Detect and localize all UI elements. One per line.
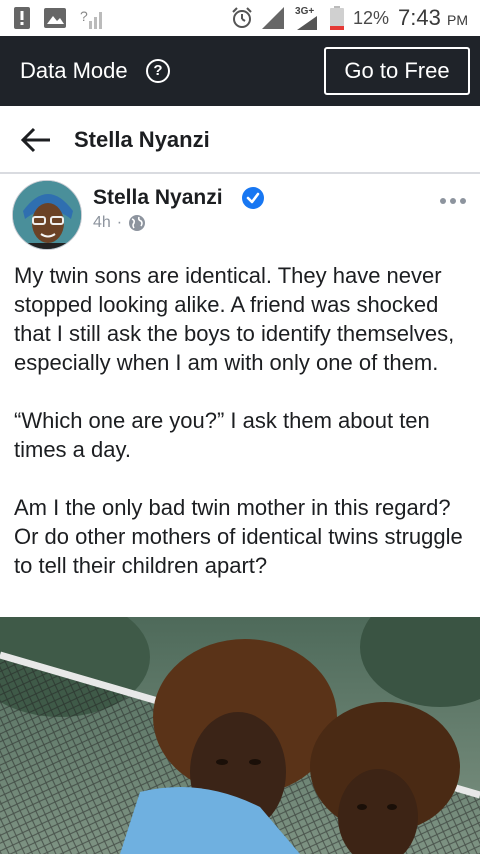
- more-dot: [440, 198, 446, 204]
- clock-ampm: PM: [447, 12, 468, 28]
- status-right-icons: 3G+ 12% 7:43 PM: [231, 5, 468, 31]
- go-to-free-button[interactable]: Go to Free: [324, 47, 470, 95]
- no-signal-icon: ?: [80, 8, 102, 29]
- post-header: Stella Nyanzi 4h ·: [0, 176, 480, 258]
- page-header: Stella Nyanzi: [0, 106, 480, 174]
- post-meta: 4h ·: [93, 214, 146, 232]
- post-photo[interactable]: [0, 617, 480, 854]
- post-time[interactable]: 4h: [93, 214, 111, 232]
- help-icon[interactable]: ?: [146, 59, 170, 83]
- status-left-icons: ?: [14, 7, 106, 29]
- signal-icon: [262, 7, 285, 29]
- avatar[interactable]: [12, 180, 82, 250]
- clock-time: 7:43: [398, 5, 441, 30]
- network-signal-icon: [297, 16, 318, 30]
- battery-icon: [330, 6, 345, 30]
- post-body: My twin sons are identical. They have ne…: [14, 261, 472, 580]
- post-paragraph: Am I the only bad twin mother in this re…: [14, 495, 463, 578]
- globe-icon: [129, 215, 146, 231]
- more-dot: [450, 198, 456, 204]
- verified-badge-icon: [242, 187, 264, 209]
- meta-separator: ·: [116, 214, 123, 231]
- svg-text:?: ?: [80, 8, 88, 24]
- clock: 7:43 PM: [398, 5, 468, 31]
- status-bar: ? 3G+ 12% 7:43 PM: [0, 0, 480, 36]
- network-indicator: 3G+: [295, 6, 321, 30]
- more-options-icon[interactable]: [440, 198, 466, 204]
- page-title: Stella Nyanzi: [74, 127, 210, 152]
- post-paragraph: “Which one are you?” I ask them about te…: [14, 408, 430, 462]
- post-author[interactable]: Stella Nyanzi: [93, 186, 223, 210]
- post-photo-image: [0, 617, 480, 854]
- gallery-icon: [44, 8, 66, 28]
- alert-icon: [14, 7, 30, 29]
- data-mode-label: Data Mode: [20, 58, 128, 83]
- data-mode-bar: Data Mode ? Go to Free: [0, 36, 480, 106]
- post-paragraph: My twin sons are identical. They have ne…: [14, 263, 455, 375]
- back-arrow-icon[interactable]: [20, 126, 52, 154]
- alarm-icon: [232, 7, 252, 28]
- battery-percent: 12%: [353, 7, 390, 28]
- more-dot: [460, 198, 466, 204]
- avatar-image: [13, 181, 81, 249]
